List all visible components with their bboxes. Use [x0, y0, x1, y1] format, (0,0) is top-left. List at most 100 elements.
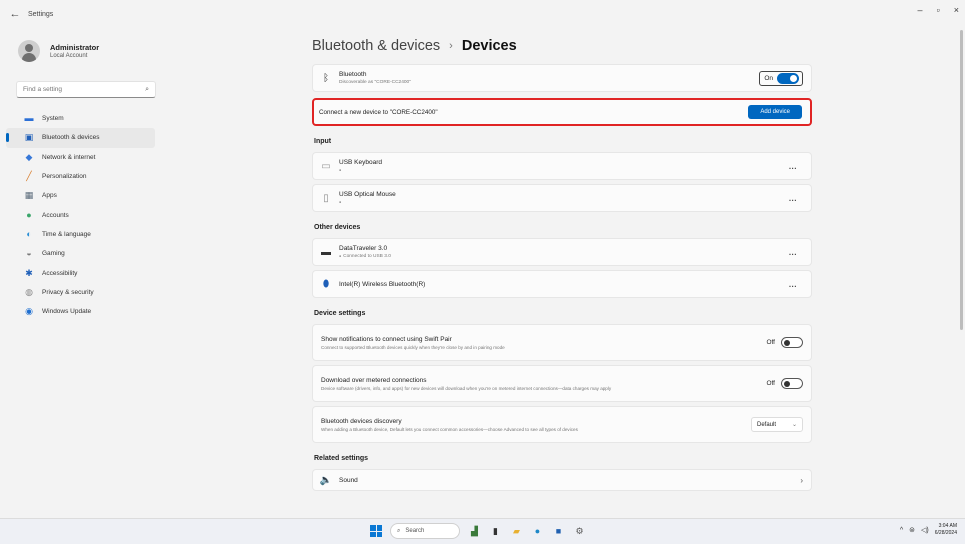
swift-pair-toggle[interactable]: Off — [766, 337, 803, 348]
sidebar-item-label: Accounts — [42, 211, 69, 219]
usb-drive-icon: ▬ — [321, 246, 331, 258]
scrollbar[interactable] — [960, 30, 963, 330]
device-name: USB Keyboard — [339, 159, 382, 166]
clock-time: 3:04 AM — [938, 523, 957, 529]
sidebar-item-personalization[interactable]: ╱ Personalization — [6, 167, 155, 186]
brush-icon: ╱ — [26, 171, 32, 182]
apps-icon: ▦ — [24, 190, 34, 201]
sidebar-item-time-language[interactable]: ◐ Time & language — [6, 225, 155, 244]
update-icon: ◉ — [25, 306, 33, 317]
file-explorer-icon[interactable]: ▰ — [510, 525, 523, 538]
volume-tray-icon[interactable]: ◁) — [921, 526, 929, 534]
toggle-switch[interactable] — [781, 337, 803, 348]
more-options-button[interactable]: ... — [789, 162, 797, 171]
device-status: Connected to USB 3.0 — [339, 254, 391, 259]
chevron-down-icon: ⌄ — [791, 422, 797, 428]
task-view-icon[interactable]: ▮ — [489, 525, 502, 538]
search-placeholder: Find a setting — [23, 86, 63, 93]
sidebar-item-label: Gaming — [42, 250, 65, 258]
taskbar: ⌕ Search ▟ ▮ ▰ ● ■ ⚙ ^ ⊜ ◁) 3:04 AM 6/28… — [0, 518, 965, 544]
sidebar-item-network[interactable]: ◆ Network & internet — [6, 148, 155, 167]
start-button[interactable] — [370, 525, 382, 537]
related-sound[interactable]: 🔈 Sound › — [312, 469, 812, 491]
device-row-usb-keyboard[interactable]: ▭ USB Keyboard ... — [312, 152, 812, 180]
page-title: Devices — [461, 38, 517, 54]
toggle-switch[interactable] — [781, 378, 803, 389]
sidebar-item-gaming[interactable]: ◒ Gaming — [6, 244, 155, 263]
back-arrow-icon[interactable]: ← — [4, 8, 26, 20]
network-tray-icon[interactable]: ⊜ — [909, 526, 915, 534]
search-icon: ⌕ — [397, 527, 401, 534]
accounts-icon: ● — [26, 209, 32, 220]
user-profile[interactable]: Administrator Local Account — [0, 28, 165, 68]
sidebar-item-bluetooth-devices[interactable]: ▣ Bluetooth & devices — [6, 128, 155, 148]
setting-description: Connect to supported Bluetooth devices q… — [321, 344, 505, 350]
sidebar-item-label: Bluetooth & devices — [42, 134, 100, 142]
sidebar-item-label: Network & internet — [42, 153, 96, 161]
search-input[interactable]: Find a setting ⌕ — [16, 81, 156, 98]
user-name: Administrator — [50, 43, 100, 52]
more-options-button[interactable]: ... — [789, 194, 797, 203]
device-row-usb-mouse[interactable]: ▯ USB Optical Mouse ... — [312, 184, 812, 212]
window-title: Settings — [28, 10, 54, 18]
settings-gear-icon[interactable]: ⚙ — [573, 525, 586, 538]
sidebar-item-label: Accessibility — [42, 269, 78, 277]
taskbar-search[interactable]: ⌕ Search — [390, 523, 460, 539]
accessibility-icon: ✱ — [25, 267, 33, 278]
sidebar-item-accounts[interactable]: ● Accounts — [6, 205, 155, 224]
sidebar-item-accessibility[interactable]: ✱ Accessibility — [6, 263, 155, 282]
sidebar-item-apps[interactable]: ▦ Apps — [6, 186, 155, 205]
sidebar-item-windows-update[interactable]: ◉ Windows Update — [6, 302, 155, 321]
globe-icon: ◐ — [26, 228, 32, 239]
toggle-state-label: On — [764, 74, 773, 82]
maximize-button[interactable]: ▫ — [937, 5, 940, 15]
setting-metered-download: Download over metered connections Device… — [312, 365, 812, 402]
device-name: DataTraveler 3.0 — [339, 245, 388, 252]
minimize-button[interactable]: – — [918, 5, 923, 15]
sidebar-item-system[interactable]: ▬ System — [6, 109, 155, 128]
more-options-button[interactable]: ... — [789, 280, 797, 289]
taskbar-search-placeholder: Search — [405, 528, 425, 534]
setting-description: Device software (drivers, info, and apps… — [321, 385, 612, 391]
toggle-state-label: Off — [766, 339, 775, 346]
chevron-right-icon: › — [800, 475, 803, 485]
clock-date: 6/28/2024 — [934, 530, 957, 536]
add-device-button[interactable]: Add device — [748, 105, 802, 119]
tray-chevron-icon[interactable]: ^ — [900, 527, 903, 534]
setting-description: When adding a Bluetooth device, Default … — [321, 426, 578, 432]
network-icon: ◆ — [25, 151, 33, 162]
widgets-icon[interactable]: ▟ — [468, 525, 481, 538]
device-name: USB Optical Mouse — [339, 191, 396, 198]
section-device-settings: Device settings — [314, 310, 366, 317]
close-button[interactable]: × — [954, 5, 959, 15]
device-row-datatraveler[interactable]: ▬ DataTraveler 3.0 Connected to USB 3.0 … — [312, 238, 812, 266]
breadcrumb-parent[interactable]: Bluetooth & devices — [312, 38, 440, 54]
setting-swift-pair: Show notifications to connect using Swif… — [312, 324, 812, 361]
more-options-button[interactable]: ... — [789, 248, 797, 257]
sidebar-item-label: Privacy & security — [42, 288, 94, 296]
sidebar-item-label: Time & language — [42, 230, 91, 238]
sidebar-item-label: System — [42, 115, 64, 123]
metered-download-toggle[interactable]: Off — [766, 378, 803, 389]
bluetooth-device-icon: ⬮ — [322, 278, 330, 290]
search-icon: ⌕ — [145, 85, 149, 93]
clock[interactable]: 3:04 AM 6/28/2024 — [935, 523, 957, 537]
device-row-intel-bluetooth[interactable]: ⬮ Intel(R) Wireless Bluetooth(R) ... — [312, 270, 812, 298]
toggle-switch[interactable] — [777, 72, 799, 84]
sidebar-item-label: Apps — [42, 192, 57, 200]
connect-text: Connect a new device to "CORE-CC2400" — [319, 108, 438, 116]
dropdown-value: Default — [757, 421, 777, 428]
main-content: Bluetooth & devices › Devices ᛒ Bluetoot… — [312, 28, 812, 518]
discovery-dropdown[interactable]: Default ⌄ — [751, 417, 803, 432]
title-bar: ← Settings – ▫ × — [0, 0, 965, 28]
sidebar-item-privacy[interactable]: ◍ Privacy & security — [6, 283, 155, 302]
avatar — [18, 40, 40, 62]
shield-icon: ◍ — [25, 286, 33, 297]
bluetooth-row: ᛒ Bluetooth Discoverable as "CORE-CC2400… — [312, 64, 812, 92]
bluetooth-toggle[interactable]: On — [759, 70, 803, 86]
bluetooth-subtitle: Discoverable as "CORE-CC2400" — [339, 80, 411, 85]
store-icon[interactable]: ■ — [552, 525, 565, 538]
edge-browser-icon[interactable]: ● — [531, 525, 544, 538]
bluetooth-title: Bluetooth — [339, 71, 367, 78]
sidebar: Administrator Local Account Find a setti… — [0, 28, 165, 518]
